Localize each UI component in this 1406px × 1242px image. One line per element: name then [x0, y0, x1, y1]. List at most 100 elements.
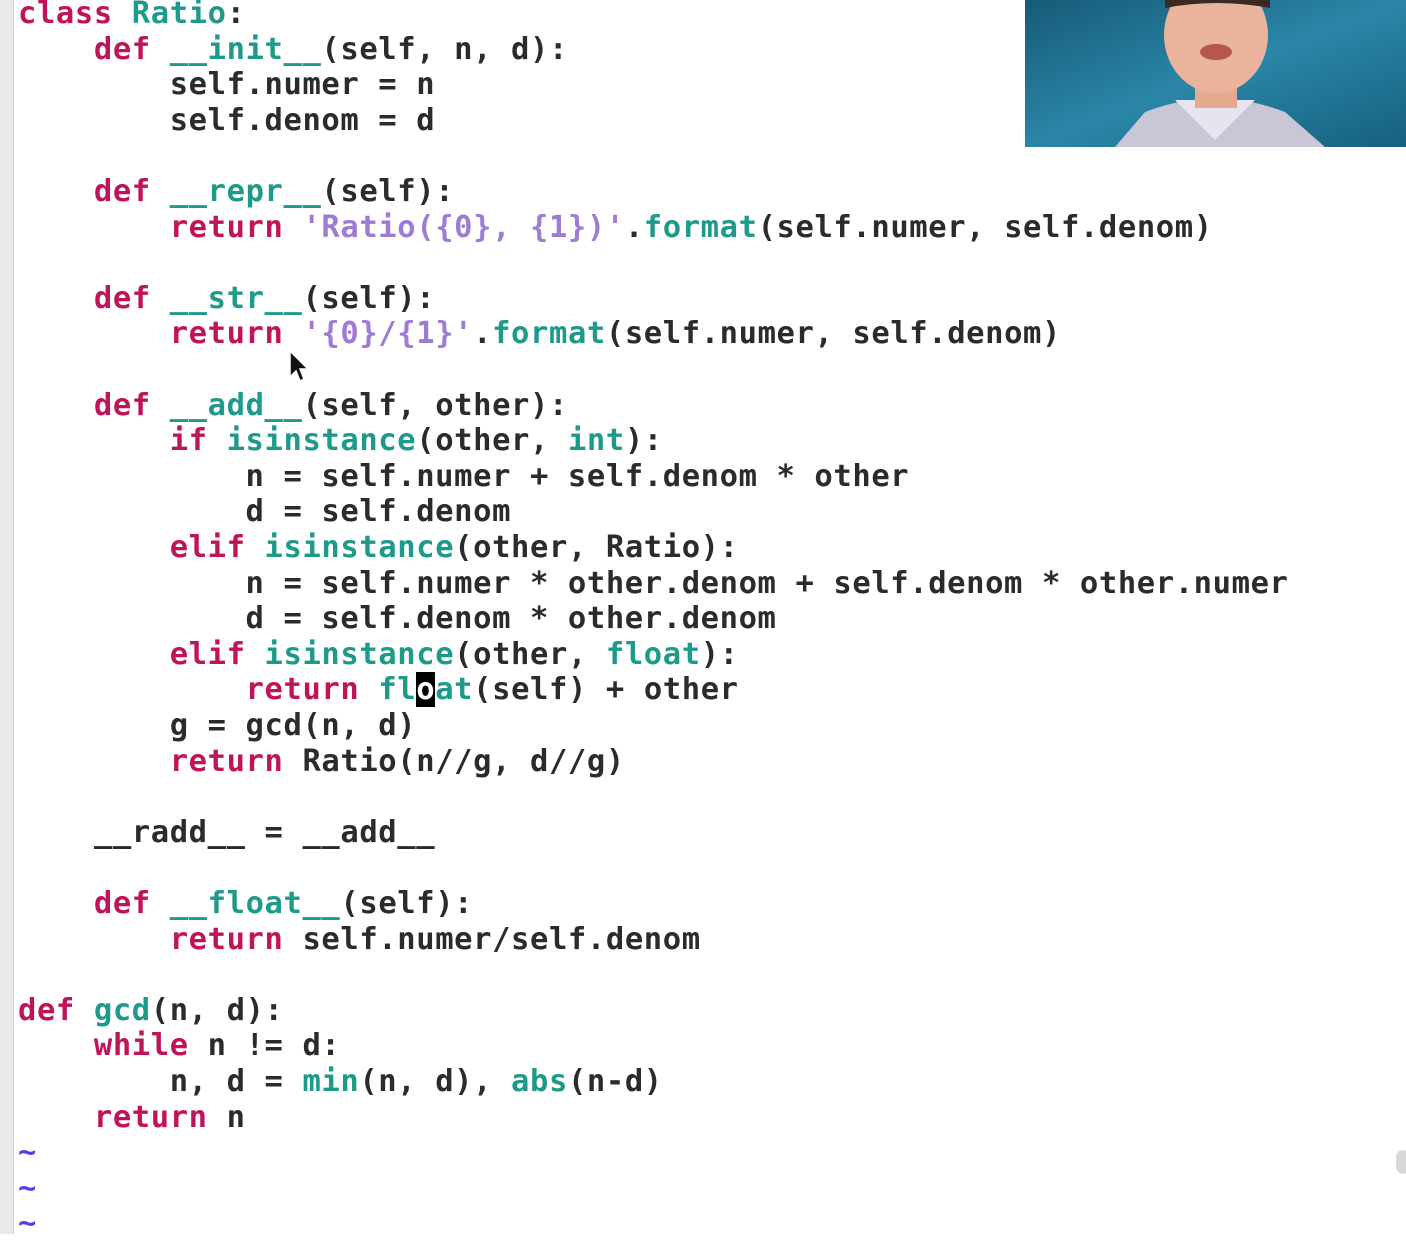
code-token: if: [169, 423, 227, 459]
code-token: ):: [700, 636, 739, 672]
scrollbar-knob[interactable]: [1396, 1150, 1406, 1174]
code-token: elif: [169, 530, 265, 565]
code-token: (self, other):: [302, 387, 568, 423]
code-token: ~: [18, 1135, 37, 1171]
code-line: def __init__(self, n, d):: [18, 32, 568, 68]
code-line: return n: [18, 1100, 246, 1136]
code-token: ):: [624, 423, 663, 459]
code-line: d = self.denom * other.denom: [18, 601, 777, 637]
code-token: def: [93, 387, 170, 423]
code-line: n = self.numer * other.denom + self.deno…: [18, 566, 1289, 602]
code-token: def: [93, 31, 170, 67]
code-line: ~: [18, 1206, 37, 1242]
code-line: def gcd(n, d):: [18, 993, 284, 1029]
code-token: n = self.numer * other.denom + self.deno…: [18, 565, 1289, 601]
code-token: return: [169, 316, 303, 352]
code-token: (n-d): [567, 1064, 663, 1099]
code-token: (other,: [454, 636, 606, 672]
code-token: def: [18, 992, 94, 1028]
code-line: d = self.denom: [18, 494, 511, 530]
code-token: fl: [378, 672, 417, 708]
code-token: (other, Ratio):: [454, 530, 739, 565]
code-token: n = self.numer + self.denom * other: [18, 458, 910, 494]
editor-gutter: [0, 0, 14, 1234]
code-line: return 'Ratio({0}, {1})'.format(self.num…: [18, 210, 1213, 246]
code-token: __init__: [169, 31, 322, 67]
code-token: (self, n, d):: [321, 31, 568, 67]
code-token: __radd__ = __add__: [18, 814, 436, 850]
code-token: (other,: [416, 423, 568, 459]
code-line: while n != d:: [18, 1028, 340, 1064]
code-line: return Ratio(n//g, d//g): [18, 744, 625, 780]
code-token: g = gcd(n, d): [18, 708, 417, 743]
code-token: at: [435, 672, 474, 708]
code-token: def: [93, 886, 170, 921]
code-line: ~: [18, 1135, 37, 1171]
code-token: d = self.denom * other.denom: [18, 601, 777, 637]
code-line: __radd__ = __add__: [18, 815, 435, 851]
code-line: elif isinstance(other, float):: [18, 637, 739, 673]
code-token: (self):: [340, 886, 474, 921]
text-cursor: o: [416, 672, 436, 708]
code-token: return: [93, 1099, 227, 1135]
code-token: (self.numer, self.denom): [757, 209, 1213, 245]
code-line: def __float__(self):: [18, 886, 473, 922]
presenter-video-image: [1025, 0, 1406, 147]
code-token: '{0}/{1}': [302, 316, 474, 352]
code-token: __str__: [169, 280, 303, 316]
code-token: int: [567, 423, 625, 459]
code-token: elif: [169, 636, 265, 672]
code-token: __float__: [169, 886, 341, 921]
code-token: return: [169, 209, 303, 245]
code-line: n = self.numer + self.denom * other: [18, 459, 909, 495]
code-line: if isinstance(other, int):: [18, 423, 663, 459]
code-line: return float(self) + other: [18, 672, 739, 708]
mouse-pointer-icon: [289, 350, 310, 383]
code-token: format: [492, 316, 606, 352]
code-token: format: [643, 209, 758, 245]
code-line: def __repr__(self):: [18, 174, 454, 210]
code-token: self.numer = n: [18, 67, 436, 103]
code-line: def __add__(self, other):: [18, 388, 568, 424]
code-editor[interactable]: class Ratio: def __init__(self, n, d): s…: [18, 0, 1406, 1241]
code-token: n, d =: [18, 1064, 303, 1099]
code-line: class Ratio:: [18, 0, 246, 32]
code-token: isinstance: [264, 636, 455, 672]
code-token: __repr__: [169, 174, 322, 209]
code-token: (n, d),: [359, 1064, 512, 1099]
code-token: return: [245, 672, 379, 708]
code-token: n != d:: [207, 1028, 341, 1064]
presenter-webcam: [1025, 0, 1406, 147]
code-token: def: [93, 280, 170, 316]
code-token: .: [624, 209, 644, 245]
code-token: abs: [511, 1064, 568, 1099]
code-token: Ratio: [131, 0, 227, 31]
code-line: elif isinstance(other, Ratio):: [18, 530, 739, 566]
code-token: while: [93, 1028, 208, 1064]
code-token: __add__: [169, 387, 303, 423]
code-token: min: [302, 1064, 360, 1099]
code-token: (self.numer, self.denom): [605, 316, 1061, 352]
code-token: Ratio(n//g, d//g): [302, 743, 625, 779]
code-token: def: [93, 174, 170, 209]
code-line: g = gcd(n, d): [18, 708, 416, 744]
code-token: (self):: [321, 174, 455, 209]
code-line: n, d = min(n, d), abs(n-d): [18, 1064, 663, 1100]
code-line: self.numer = n: [18, 67, 435, 103]
code-token: isinstance: [264, 530, 455, 565]
code-token: gcd: [93, 992, 151, 1028]
code-line: ~: [18, 1171, 37, 1207]
code-token: self.numer/self.denom: [302, 921, 701, 957]
code-token: self.denom = d: [18, 102, 436, 138]
